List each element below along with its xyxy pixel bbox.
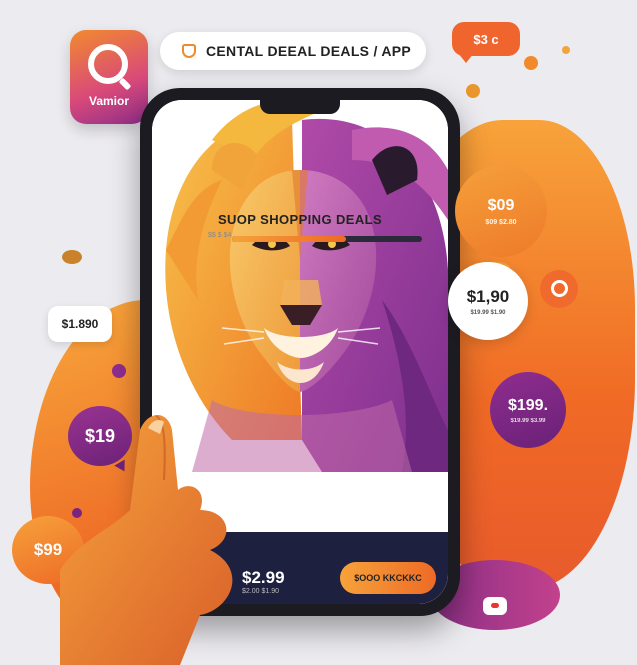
price-text: $1,90 (466, 286, 510, 306)
phone-notch (260, 100, 340, 114)
hand-illustration (60, 415, 233, 665)
app-icon-label: Vamior (88, 94, 130, 108)
decor-dot (466, 84, 480, 98)
decor-dot (62, 250, 82, 264)
decor-dot (562, 46, 570, 54)
decor-dot (112, 364, 126, 378)
search-icon (551, 280, 568, 297)
shopping-bag-icon (182, 44, 196, 58)
chat-bubble-small[interactable] (483, 597, 507, 615)
deal-progress-fill (232, 236, 346, 242)
search-bubble[interactable] (540, 270, 578, 308)
decor-dot (524, 56, 538, 70)
app-icon[interactable]: Vamior (70, 30, 148, 124)
shop-now-label: $OOO KKCKKC (354, 573, 422, 583)
price-subtext: $19.99 $3.99 (510, 417, 546, 424)
deals-heading: SUOP SHOPPING DEALS (217, 212, 383, 227)
deal-progress-bar (232, 236, 422, 242)
price-bubble-right-orange[interactable]: $09 $09 $2.80 (455, 165, 547, 257)
price-text: $99 (33, 540, 63, 559)
search-pin-icon (88, 44, 128, 84)
price-tag-left-white[interactable]: $1.890 (48, 306, 112, 342)
header-title: CENTAL DEEAL DEALS / APP (206, 43, 412, 59)
price-text: $1.890 (61, 317, 99, 331)
price-bubble-top-right[interactable]: $3 c (452, 22, 520, 63)
price-text: $3 c (473, 31, 499, 47)
progress-label: $$ $ $4 (208, 232, 232, 239)
price-subtext: $09 $2.80 (485, 218, 517, 226)
price-text: $199. (507, 396, 549, 414)
shop-now-button[interactable]: $OOO KKCKKC (340, 562, 436, 594)
price-bubble-right-purple[interactable]: $199. $19.99 $3.99 (490, 372, 566, 448)
price-subtext: $19.99 $1.90 (470, 309, 506, 316)
header-title-pill[interactable]: CENTAL DEEAL DEALS / APP (160, 32, 426, 70)
price-text: $09 (487, 196, 515, 214)
price-bubble-right-white[interactable]: $1,90 $19.99 $1.90 (448, 262, 528, 340)
